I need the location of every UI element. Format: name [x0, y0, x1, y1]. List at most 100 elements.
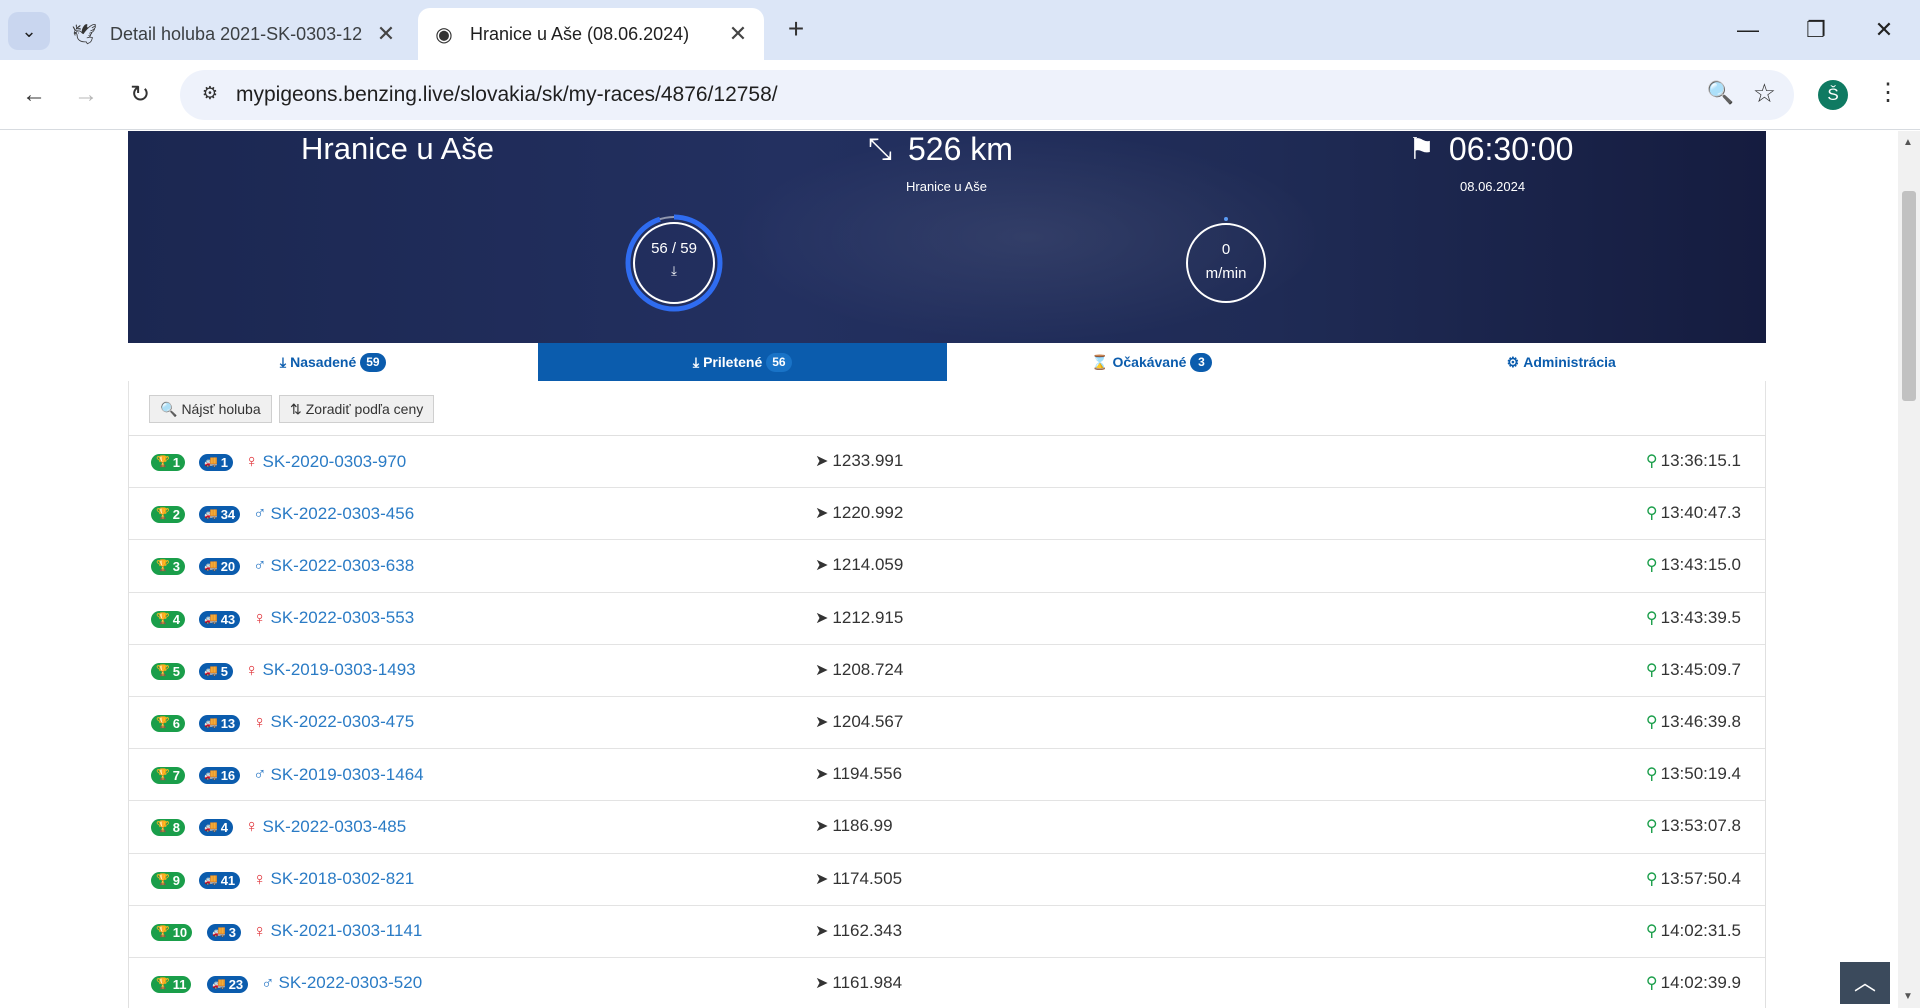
pigeon-ring: ♂ SK-2022-0303-638: [253, 555, 414, 576]
pigeon-ring-link[interactable]: SK-2022-0303-638: [271, 556, 415, 576]
speed-value: 1204.567: [832, 711, 904, 731]
new-tab-button[interactable]: +: [780, 14, 812, 46]
rank-value: 5: [172, 663, 180, 679]
pigeon-ring-link[interactable]: SK-2019-0303-1464: [271, 765, 424, 785]
male-icon: ♂: [261, 972, 275, 993]
map-pin-icon: ⚲: [1645, 713, 1658, 731]
basket-position-badge: 🚚 5: [199, 662, 233, 680]
bookmark-star-icon[interactable]: ☆: [1753, 78, 1776, 109]
pigeon-speed: ➤ 1214.059: [815, 555, 903, 575]
race-title: Hranice u Aše: [301, 131, 494, 166]
url-text[interactable]: mypigeons.benzing.live/slovakia/sk/my-ra…: [236, 83, 778, 107]
close-tab-icon[interactable]: ✕: [726, 21, 750, 47]
chevron-up-icon: ︿: [1853, 970, 1876, 995]
pigeon-ring-link[interactable]: SK-2022-0303-456: [271, 504, 415, 524]
back-button[interactable]: ←: [14, 75, 54, 115]
tab-ocakavane[interactable]: ⌛ Očakávané 3: [947, 343, 1357, 381]
rank-value: 10: [172, 924, 188, 940]
route-icon: ⤡: [868, 132, 892, 166]
trophy-icon: 🏆: [156, 508, 170, 521]
position-value: 3: [228, 924, 236, 940]
page-scrollbar[interactable]: ▲ ▼: [1898, 131, 1920, 1008]
results-actions: 🔍 Nájsť holuba ⇅ Zoradiť podľa ceny: [128, 381, 1766, 436]
pigeon-speed: ➤ 1212.915: [815, 608, 903, 628]
trophy-icon: 🏆: [156, 821, 170, 834]
arrival-time-value: 13:43:15.0: [1660, 555, 1741, 575]
pigeon-ring-link[interactable]: SK-2022-0303-553: [271, 608, 415, 628]
forward-button[interactable]: →: [66, 75, 106, 115]
paper-plane-icon: ➤: [815, 922, 829, 940]
truck-icon: 🚚: [204, 769, 218, 782]
rank-value: 9: [172, 872, 180, 888]
truck-icon: 🚚: [204, 821, 218, 834]
find-pigeon-button[interactable]: 🔍 Nájsť holuba: [149, 395, 272, 423]
female-icon: ♀: [245, 659, 259, 680]
reload-button[interactable]: ↻: [120, 75, 160, 115]
pigeon-speed: ➤ 1204.567: [815, 712, 903, 732]
tab-count-badge: 56: [766, 352, 792, 372]
tab-priletene[interactable]: ⤓ Priletené 56: [537, 343, 947, 381]
cogs-icon: ⚙: [1506, 353, 1520, 370]
pigeon-ring-link[interactable]: SK-2022-0303-485: [263, 817, 407, 837]
map-pin-icon: ⚲: [1645, 922, 1658, 940]
truck-icon: 🚚: [212, 977, 226, 990]
rank-value: 8: [172, 820, 180, 836]
speed-value: 0: [1221, 241, 1231, 258]
close-window-button[interactable]: ✕: [1864, 12, 1904, 48]
trophy-icon: 🏆: [156, 925, 170, 938]
minimize-button[interactable]: —: [1728, 12, 1768, 48]
map-pin-icon: ⚲: [1645, 974, 1658, 992]
pigeon-speed: ➤ 1220.992: [815, 503, 903, 523]
basket-position-badge: 🚚 3: [207, 923, 241, 941]
paper-plane-icon: ➤: [815, 766, 829, 784]
rank-badge: 🏆 10: [151, 923, 193, 941]
restore-button[interactable]: ❐: [1796, 12, 1836, 48]
tab-nasadene[interactable]: ⤓ Nasadené 59: [128, 343, 538, 381]
truck-icon: 🚚: [212, 925, 226, 938]
trophy-icon: 🏆: [156, 560, 170, 573]
profile-avatar[interactable]: Š: [1818, 80, 1848, 110]
race-tabs: ⤓ Nasadené 59 ⤓ Priletené 56 ⌛ Očakávané…: [128, 343, 1766, 381]
site-settings-icon[interactable]: ⚙: [198, 83, 222, 107]
pigeon-ring: ♀ SK-2021-0303-1141: [253, 921, 422, 942]
male-icon: ♂: [253, 503, 267, 524]
rank-badge: 🏆 5: [151, 662, 185, 680]
arrival-time: ⚲ 13:43:15.0: [1646, 555, 1741, 575]
paper-plane-icon: ➤: [815, 557, 829, 575]
tab-label: Očakávané: [1112, 354, 1187, 370]
zoom-icon[interactable]: 🔍: [1707, 80, 1734, 106]
pigeon-ring-link[interactable]: SK-2022-0303-520: [279, 973, 423, 993]
close-tab-icon[interactable]: ✕: [374, 21, 398, 47]
pigeon-ring-link[interactable]: SK-2022-0303-475: [271, 712, 415, 732]
trophy-icon: 🏆: [156, 456, 170, 468]
speed-ring: [1186, 217, 1266, 303]
map-pin-icon: ⚲: [1645, 609, 1658, 627]
browser-tab-pigeon-detail[interactable]: 🕊 Detail holuba 2021-SK-0303-12 ✕: [58, 8, 412, 60]
tab-administracia[interactable]: ⚙ Administrácia: [1357, 343, 1767, 381]
pigeon-ring-link[interactable]: SK-2018-0302-821: [271, 869, 415, 889]
sort-icon: ⇅: [290, 400, 302, 417]
paper-plane-icon: ➤: [815, 713, 829, 731]
truck-icon: 🚚: [204, 456, 218, 468]
position-value: 4: [220, 820, 228, 836]
sort-by-prize-button[interactable]: ⇅ Zoradiť podľa ceny: [279, 395, 435, 423]
basket-position-badge: 🚚 34: [199, 506, 241, 524]
tab-label: Nasadené: [290, 354, 357, 370]
scroll-down-icon[interactable]: ▼: [1903, 991, 1913, 1002]
pigeon-ring-link[interactable]: SK-2019-0303-1493: [263, 660, 416, 680]
arrival-time: ⚲ 14:02:39.9: [1646, 973, 1741, 993]
browser-tab-race[interactable]: ◉ Hranice u Aše (08.06.2024) ✕: [418, 8, 764, 60]
pigeon-ring-link[interactable]: SK-2021-0303-1141: [271, 921, 423, 941]
pigeon-ring-link[interactable]: SK-2020-0303-970: [263, 452, 407, 472]
basket-position-badge: 🚚 23: [207, 975, 249, 993]
address-bar[interactable]: ⚙ mypigeons.benzing.live/slovakia/sk/my-…: [180, 70, 1794, 120]
scrollbar-thumb[interactable]: [1902, 191, 1916, 401]
scroll-up-icon[interactable]: ▲: [1903, 137, 1913, 148]
position-value: 34: [220, 507, 236, 523]
browser-menu-icon[interactable]: ⋮: [1876, 78, 1900, 107]
result-row: 🏆 8 🚚 4 ♀ SK-2022-0303-485 ➤ 1186.99 ⚲ 13:53…: [129, 801, 1765, 854]
back-to-top-button[interactable]: ︿: [1840, 962, 1890, 1004]
arrival-time-value: 13:43:39.5: [1660, 607, 1741, 627]
pigeon-ring: ♂ SK-2022-0303-520: [261, 973, 422, 994]
tab-search-button[interactable]: ⌄: [8, 12, 50, 50]
